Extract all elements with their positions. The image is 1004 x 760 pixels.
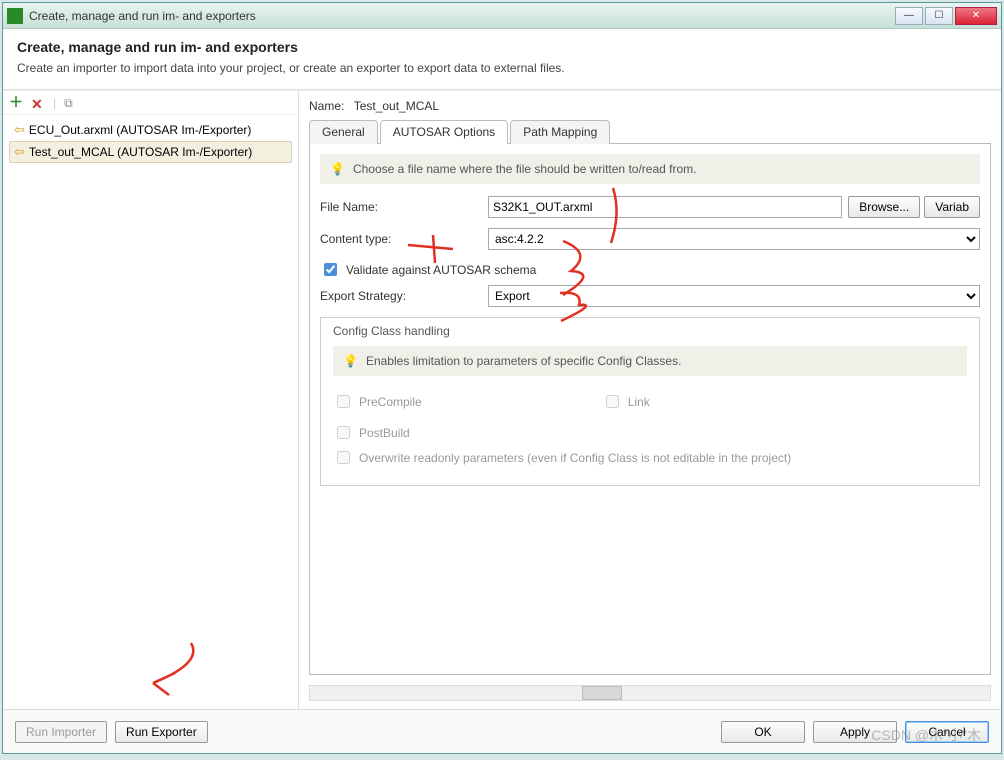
scrollbar-thumb[interactable] <box>582 686 622 700</box>
name-label: Name: <box>309 99 344 113</box>
postbuild-checkbox[interactable] <box>337 426 350 439</box>
config-class-group: Config Class handling 💡 Enables limitati… <box>320 317 980 486</box>
run-exporter-button[interactable]: Run Exporter <box>115 721 208 743</box>
tab-general[interactable]: General <box>309 120 378 144</box>
copy-icon[interactable]: ⧉ <box>64 96 78 110</box>
precompile-label: PreCompile <box>359 395 422 409</box>
overwrite-label: Overwrite readonly parameters (even if C… <box>359 451 791 465</box>
exporter-icon: ⇦ <box>14 144 25 160</box>
group-title: Config Class handling <box>333 324 967 338</box>
postbuild-label: PostBuild <box>359 426 410 440</box>
page-title: Create, manage and run im- and exporters <box>17 39 987 55</box>
link-label: Link <box>628 395 650 409</box>
sidebar-toolbar: ＋ ✕ | ⧉ <box>3 91 298 115</box>
page-subtitle: Create an importer to import data into y… <box>17 61 987 75</box>
filename-label: File Name: <box>320 200 488 214</box>
details-panel: Name: Test_out_MCAL General AUTOSAR Opti… <box>299 91 1001 709</box>
body: ＋ ✕ | ⧉ ⇦ ECU_Out.arxml (AUTOSAR Im-/Exp… <box>3 90 1001 709</box>
exporter-icon: ⇦ <box>14 122 25 138</box>
lightbulb-icon: 💡 <box>343 354 358 368</box>
group-tip: 💡 Enables limitation to parameters of sp… <box>333 346 967 376</box>
filename-row: File Name: Browse... Variab <box>320 196 980 218</box>
lightbulb-icon: 💡 <box>330 162 345 176</box>
exportstrategy-select[interactable]: Export <box>488 285 980 307</box>
tab-content: 💡 Choose a file name where the file shou… <box>309 144 991 675</box>
footer: Run Importer Run Exporter OK Apply Cance… <box>3 709 1001 753</box>
validate-label: Validate against AUTOSAR schema <box>346 263 536 277</box>
list-item-label: Test_out_MCAL (AUTOSAR Im-/Exporter) <box>29 145 252 159</box>
validate-checkbox[interactable] <box>324 263 337 276</box>
tabs: General AUTOSAR Options Path Mapping <box>309 119 991 144</box>
list-item-label: ECU_Out.arxml (AUTOSAR Im-/Exporter) <box>29 123 251 137</box>
exportstrategy-label: Export Strategy: <box>320 289 488 303</box>
add-icon[interactable]: ＋ <box>9 96 23 110</box>
validate-checkbox-row[interactable]: Validate against AUTOSAR schema <box>320 260 980 279</box>
exporter-list: ⇦ ECU_Out.arxml (AUTOSAR Im-/Exporter) ⇦… <box>3 115 298 709</box>
precompile-checkbox-row[interactable]: PreCompile <box>333 392 422 411</box>
header: Create, manage and run im- and exporters… <box>3 29 1001 90</box>
link-checkbox[interactable] <box>606 395 619 408</box>
name-value: Test_out_MCAL <box>354 99 439 113</box>
contenttype-select[interactable]: asc:4.2.2 <box>488 228 980 250</box>
tip-bar: 💡 Choose a file name where the file shou… <box>320 154 980 184</box>
window-title: Create, manage and run im- and exporters <box>29 9 895 23</box>
window-buttons: — ☐ ✕ <box>895 7 997 25</box>
apply-button[interactable]: Apply <box>813 721 897 743</box>
separator: | <box>53 96 56 110</box>
list-item[interactable]: ⇦ Test_out_MCAL (AUTOSAR Im-/Exporter) <box>9 141 292 163</box>
contenttype-row: Content type: asc:4.2.2 <box>320 228 980 250</box>
link-checkbox-row[interactable]: Link <box>602 392 650 411</box>
filename-input[interactable] <box>488 196 842 218</box>
exportstrategy-row: Export Strategy: Export <box>320 285 980 307</box>
overwrite-checkbox[interactable] <box>337 451 350 464</box>
browse-button[interactable]: Browse... <box>848 196 920 218</box>
dialog-window: Create, manage and run im- and exporters… <box>2 2 1002 754</box>
tip-text: Choose a file name where the file should… <box>353 162 697 176</box>
tab-autosar-options[interactable]: AUTOSAR Options <box>380 120 508 144</box>
group-tip-text: Enables limitation to parameters of spec… <box>366 354 681 368</box>
list-item[interactable]: ⇦ ECU_Out.arxml (AUTOSAR Im-/Exporter) <box>9 119 292 141</box>
delete-icon[interactable]: ✕ <box>31 96 45 110</box>
postbuild-checkbox-row[interactable]: PostBuild <box>333 423 967 442</box>
maximize-button[interactable]: ☐ <box>925 7 953 25</box>
overwrite-checkbox-row[interactable]: Overwrite readonly parameters (even if C… <box>333 448 967 467</box>
variables-button[interactable]: Variab <box>924 196 980 218</box>
run-importer-button[interactable]: Run Importer <box>15 721 107 743</box>
ok-button[interactable]: OK <box>721 721 805 743</box>
sidebar: ＋ ✕ | ⧉ ⇦ ECU_Out.arxml (AUTOSAR Im-/Exp… <box>3 91 299 709</box>
app-icon <box>7 8 23 24</box>
cancel-button[interactable]: Cancel <box>905 721 989 743</box>
titlebar[interactable]: Create, manage and run im- and exporters… <box>3 3 1001 29</box>
name-row: Name: Test_out_MCAL <box>309 99 991 113</box>
close-button[interactable]: ✕ <box>955 7 997 25</box>
tab-path-mapping[interactable]: Path Mapping <box>510 120 610 144</box>
contenttype-label: Content type: <box>320 232 488 246</box>
horizontal-scrollbar[interactable] <box>309 685 991 701</box>
precompile-checkbox[interactable] <box>337 395 350 408</box>
minimize-button[interactable]: — <box>895 7 923 25</box>
